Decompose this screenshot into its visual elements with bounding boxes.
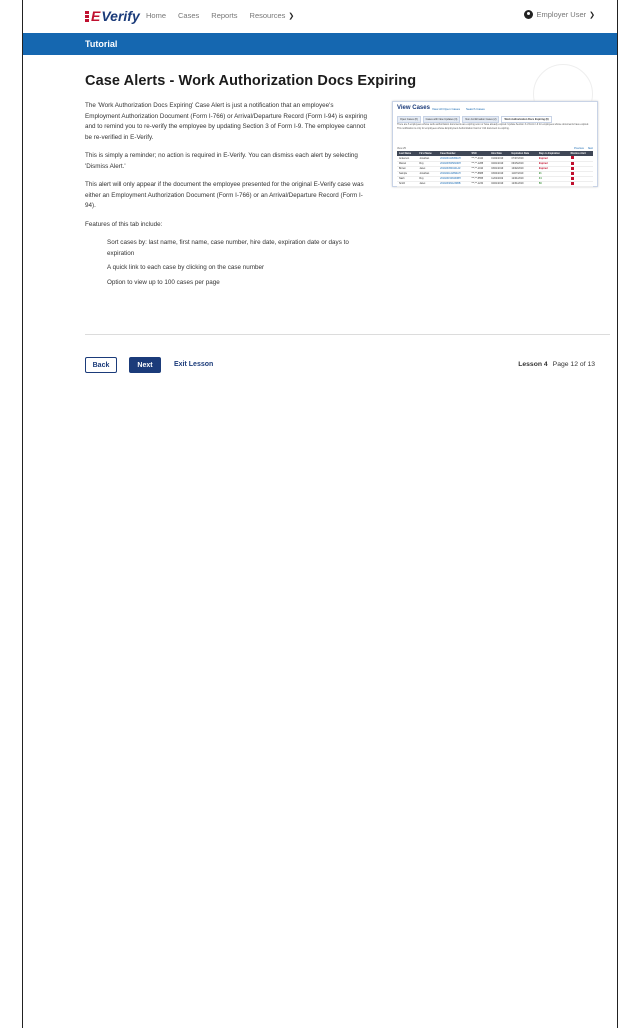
cell-first-name: Janet xyxy=(417,181,439,187)
tutorial-frame: E Verify Home Cases Reports Resources ❯ E… xyxy=(22,0,618,1028)
exit-lesson-link[interactable]: Exit Lesson xyxy=(174,361,213,368)
cell-exp-date: 12/31/2019 xyxy=(509,181,537,187)
screenshot-tab: Open Cases (8) xyxy=(397,116,421,123)
chevron-down-icon: ❯ xyxy=(288,13,295,20)
screenshot-tab: Cases with New Updates (3) xyxy=(422,116,461,123)
chevron-down-icon: ❯ xyxy=(589,11,595,19)
cell-ssn: ***-**-1234 xyxy=(469,181,490,187)
nav-cases[interactable]: Cases xyxy=(178,11,199,20)
screenshot-next: Next xyxy=(587,147,593,150)
e-verify-logo[interactable]: E Verify xyxy=(85,8,140,24)
screenshot-tab-active: Work Authorization Docs Expiring (6) xyxy=(501,116,552,123)
list-item: Option to view up to 100 cases per page xyxy=(107,278,220,286)
features-list: Sort cases by: last name, first name, ca… xyxy=(107,238,370,288)
list-item: Sort cases by: last name, first name, ca… xyxy=(107,239,349,257)
cell-case-number: 2019233811230BB xyxy=(438,181,470,187)
screenshot-pager: Previous Next xyxy=(574,147,593,150)
dismiss-icon xyxy=(570,181,574,185)
cell-dismiss xyxy=(568,181,593,187)
cell-last-name: Smith xyxy=(397,181,418,187)
nav-resources[interactable]: Resources ❯ xyxy=(250,11,295,20)
screenshot-title: View Cases xyxy=(397,105,430,111)
screenshot-menu-item: Search Cases xyxy=(465,107,485,111)
cell-hire-date: 02/01/2019 xyxy=(489,181,510,187)
screenshot-view-count: View 25 xyxy=(397,147,406,150)
nav-home[interactable]: Home xyxy=(146,11,166,20)
list-item: A quick link to each case by clicking on… xyxy=(107,264,265,271)
paragraph-reminder: This is simply a reminder; no action is … xyxy=(85,152,358,170)
nav-reports[interactable]: Reports xyxy=(211,11,237,20)
dismiss-icon xyxy=(570,156,574,160)
screenshot-description: There are 6 employees whose work authori… xyxy=(397,123,589,130)
top-navigation: E Verify Home Cases Reports Resources ❯ E… xyxy=(23,0,617,32)
lesson-content: The 'Work Authorization Docs Expiring' C… xyxy=(85,101,370,292)
logo-prefix: E xyxy=(91,8,101,24)
next-button[interactable]: Next xyxy=(129,357,161,373)
lesson-number: Lesson 4 xyxy=(518,361,548,368)
user-name: Employer User xyxy=(536,10,587,19)
user-icon xyxy=(523,10,533,19)
content-divider xyxy=(85,334,610,335)
table-row: Smith Janet 2019233811230BB ***-**-1234 … xyxy=(397,181,593,187)
tutorial-banner: Tutorial xyxy=(23,33,617,55)
screenshot-tab: Non-Confirmation Cases (2) xyxy=(462,116,500,123)
view-cases-screenshot: View Cases View All Open Cases Search Ca… xyxy=(392,101,598,187)
screenshot-prev: Previous xyxy=(574,147,584,150)
paragraph-intro: The 'Work Authorization Docs Expiring' C… xyxy=(85,102,368,141)
logo-text: Verify xyxy=(101,8,140,24)
page-indicator: Page 12 of 13 xyxy=(552,361,595,368)
dismiss-icon xyxy=(570,176,574,180)
nav-resources-label: Resources xyxy=(249,11,286,20)
screenshot-menu-item: View All Open Cases xyxy=(432,107,460,111)
screenshot-table: Last Name First Name Case Number SSN Hir… xyxy=(397,151,593,187)
cell-days: 59 xyxy=(536,181,569,187)
logo-flag-icon xyxy=(85,10,89,22)
screenshot-menu: View All Open Cases Search Cases xyxy=(432,107,485,111)
dismiss-icon xyxy=(570,166,574,170)
dismiss-icon xyxy=(570,171,574,175)
dismiss-icon xyxy=(570,161,574,165)
lesson-progress: Lesson 4 Page 12 of 13 xyxy=(518,361,595,368)
back-button[interactable]: Back xyxy=(85,357,117,373)
screenshot-controls: View 25 Previous Next xyxy=(397,147,593,150)
paragraph-features: Features of this tab include: xyxy=(85,220,163,228)
page-title: Case Alerts - Work Authorization Docs Ex… xyxy=(85,73,417,89)
screenshot-tabs: Open Cases (8) Cases with New Updates (3… xyxy=(397,116,552,123)
user-menu[interactable]: Employer User ❯ xyxy=(523,10,595,19)
paragraph-condition: This alert will only appear if the docum… xyxy=(85,181,364,209)
nav-links: Home Cases Reports Resources ❯ xyxy=(146,11,294,20)
